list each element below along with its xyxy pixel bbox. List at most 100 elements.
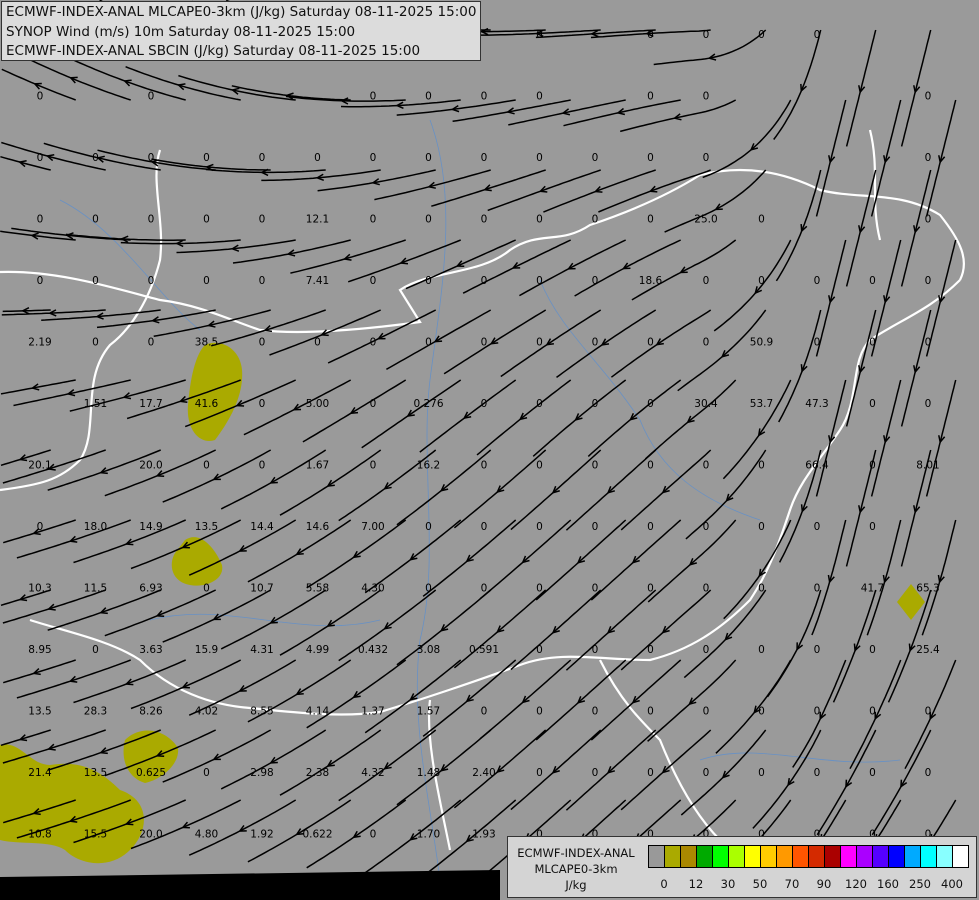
station-value: 0 [148, 275, 155, 287]
station-value: 0 [37, 275, 44, 287]
station-value: 0 [536, 337, 543, 349]
weather-map: 0 0 0 0 0 0 0 0 0 0 0 0 0 0 0 0 0 0 0 0 0 0 0 0 0 0 0 0 0 0 0 0 0 12.1 0 0 0… [0, 0, 979, 900]
legend-swatch [697, 846, 713, 867]
station-value: 14.9 [139, 521, 162, 533]
station-value: 13.5 [84, 767, 107, 779]
station-value: 0 [92, 337, 99, 349]
station-value: 4.14 [306, 706, 330, 718]
station-value: 0 [425, 521, 432, 533]
station-value: 0 [481, 521, 488, 533]
station-value: 5.58 [306, 583, 329, 595]
station-value: 1.37 [361, 706, 384, 718]
station-value: 0 [37, 152, 44, 164]
station-value: 0 [703, 337, 710, 349]
legend-swatch [905, 846, 921, 867]
station-value: 0 [925, 337, 932, 349]
legend-swatch [777, 846, 793, 867]
station-value: 0 [370, 337, 377, 349]
station-value: 53.7 [750, 398, 773, 410]
station-value: 2.38 [306, 767, 329, 779]
station-value: 0 [647, 398, 654, 410]
station-value: 0.432 [358, 644, 388, 656]
legend-tick: 250 [909, 877, 931, 891]
station-value: 0 [592, 152, 599, 164]
station-value: 1.48 [417, 767, 440, 779]
station-value: 0 [536, 460, 543, 472]
legend-swatches [648, 845, 969, 868]
station-value: 0 [370, 398, 377, 410]
station-value: 0 [592, 583, 599, 595]
station-value: 0 [647, 152, 654, 164]
legend-swatch [745, 846, 761, 867]
station-value: 10.3 [28, 583, 51, 595]
station-value: 0 [703, 275, 710, 287]
station-value: 20.0 [139, 829, 162, 841]
station-value: 15.5 [84, 829, 107, 841]
station-value: 0 [647, 91, 654, 103]
station-value: 2.98 [250, 767, 273, 779]
legend-swatch [713, 846, 729, 867]
legend-title: ECMWF-INDEX-ANAL MLCAPE0-3km J/kg [508, 845, 644, 893]
station-value: 0.625 [136, 767, 166, 779]
station-value: 0 [758, 521, 765, 533]
station-value: 0 [536, 521, 543, 533]
station-value: 0 [92, 214, 99, 226]
legend-tick: 120 [845, 877, 867, 891]
station-value: 14.6 [306, 521, 330, 533]
station-value: 0 [481, 91, 488, 103]
station-value: 0 [203, 767, 210, 779]
map-title-box: ECMWF-INDEX-ANAL MLCAPE0-3km (J/kg) Satu… [1, 1, 481, 61]
station-value: 0 [536, 644, 543, 656]
station-value: 8.55 [250, 706, 273, 718]
station-value: 0 [647, 706, 654, 718]
legend-title-line: ECMWF-INDEX-ANAL [517, 846, 635, 860]
station-value: 0 [314, 152, 321, 164]
station-value: 0 [814, 275, 821, 287]
station-value: 0 [703, 521, 710, 533]
station-value: 1.93 [472, 829, 495, 841]
station-value: 0 [425, 91, 432, 103]
station-value: 0 [425, 337, 432, 349]
station-value: 10.7 [250, 583, 273, 595]
station-value: 0 [481, 460, 488, 472]
station-value: 0 [592, 706, 599, 718]
station-value: 0 [203, 152, 210, 164]
station-value: 0 [758, 644, 765, 656]
station-value: 0 [703, 706, 710, 718]
legend-unit: J/kg [565, 878, 587, 892]
station-value: 0 [536, 767, 543, 779]
station-value: 1.57 [417, 706, 440, 718]
station-value: 0 [869, 644, 876, 656]
station-value: 0 [647, 337, 654, 349]
legend-swatch [825, 846, 841, 867]
station-value: 0 [37, 521, 44, 533]
station-value: 0 [925, 214, 932, 226]
station-value: 0 [203, 275, 210, 287]
station-value: 5.00 [306, 398, 329, 410]
station-value: 13.5 [28, 706, 51, 718]
station-value: 0 [148, 91, 155, 103]
station-value: 0 [148, 214, 155, 226]
station-value: 0 [203, 583, 210, 595]
legend-tick: 12 [688, 877, 704, 891]
station-value: 0 [259, 398, 266, 410]
station-value: 0 [703, 644, 710, 656]
station-value: 4.99 [306, 644, 329, 656]
station-value: 0 [37, 214, 44, 226]
station-value: 0 [481, 583, 488, 595]
station-value: 0 [703, 583, 710, 595]
station-value: 0 [370, 275, 377, 287]
station-value: 0 [814, 583, 821, 595]
station-value: 1.70 [417, 829, 440, 841]
station-value: 0 [647, 214, 654, 226]
station-value: 13.5 [195, 521, 218, 533]
station-value: 0 [758, 706, 765, 718]
station-value: 50.9 [750, 337, 773, 349]
station-value: 0 [592, 644, 599, 656]
station-value: 1.51 [84, 398, 107, 410]
color-legend: ECMWF-INDEX-ANAL MLCAPE0-3km J/kg 0 12 30 5… [507, 836, 977, 898]
legend-swatch [857, 846, 873, 867]
station-value: 0 [536, 214, 543, 226]
station-value: 38.5 [195, 337, 218, 349]
title-cin: ECMWF-INDEX-ANAL SBCIN (J/kg) Saturday 0… [6, 43, 421, 59]
